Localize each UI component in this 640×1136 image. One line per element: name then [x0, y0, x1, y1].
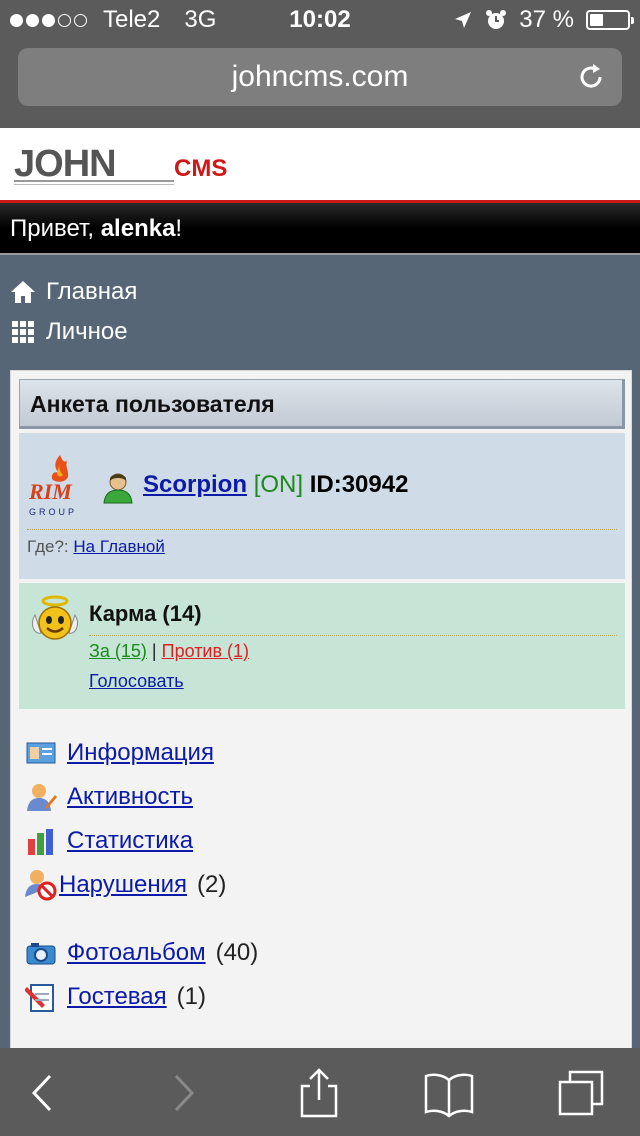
browser-toolbar: [0, 1048, 640, 1136]
nav-home[interactable]: Главная: [10, 272, 137, 312]
logo-main-text: JOHN: [14, 143, 116, 185]
profile-panel: Анкета пользователя RIM GROUP Scorpion […: [10, 370, 632, 1050]
location-icon: [455, 12, 472, 28]
bookmarks-icon[interactable]: [424, 1068, 474, 1118]
violations-count: (2): [197, 871, 227, 898]
greeting-username: alenka: [100, 215, 176, 242]
panel-title: Анкета пользователя: [19, 379, 625, 429]
link-activity[interactable]: Активность: [25, 775, 258, 819]
karma-for-link[interactable]: За (15): [89, 641, 147, 661]
url-text[interactable]: johncms.com: [18, 60, 622, 94]
user-ban-icon: [25, 870, 57, 901]
link-stats-label[interactable]: Статистика: [67, 827, 193, 855]
alarm-icon: [486, 10, 507, 29]
tabs-icon[interactable]: [556, 1068, 606, 1118]
link-guestbook-label[interactable]: Гостевая: [67, 983, 167, 1011]
main-nav: Главная Личное: [10, 272, 137, 352]
battery-icon: [586, 10, 634, 30]
camera-icon: [26, 943, 56, 965]
greeting-bar: Привет, alenka!: [0, 203, 640, 255]
user-box: RIM GROUP Scorpion [ON] ID:30942 Где?: Н…: [19, 433, 625, 579]
rim-text: RIM: [28, 479, 73, 504]
nav-home-label[interactable]: Главная: [46, 278, 137, 306]
group-text: GROUP: [29, 507, 77, 517]
grid-icon: [12, 321, 34, 343]
link-stats[interactable]: Статистика: [25, 819, 258, 863]
karma-against-link[interactable]: Против (1): [162, 641, 249, 661]
battery-percent: 37 %: [519, 6, 574, 33]
karma-title: Карма (14): [89, 601, 202, 626]
karma-votes: За (15) | Против (1): [89, 641, 249, 662]
link-activity-label[interactable]: Активность: [67, 783, 193, 811]
username-link[interactable]: Scorpion: [143, 471, 247, 498]
status-bar: Tele2 3G 10:02 37 %: [0, 0, 640, 40]
forward-icon[interactable]: [158, 1068, 208, 1118]
id-card-icon: [26, 742, 56, 764]
angel-smiley-icon: [32, 595, 78, 640]
user-icon: [103, 473, 133, 504]
address-bar[interactable]: johncms.com: [18, 48, 622, 106]
nav-personal[interactable]: Личное: [10, 312, 137, 352]
reload-icon[interactable]: [576, 62, 606, 92]
nav-personal-label[interactable]: Личное: [46, 318, 128, 346]
karma-separator: |: [151, 641, 157, 661]
logo-sub-text: CMS: [174, 155, 227, 182]
vote-link[interactable]: Голосовать: [89, 671, 184, 692]
karma-box: Карма (14) За (15) | Против (1) Голосова…: [19, 583, 625, 709]
album-count: (40): [215, 939, 259, 966]
user-edit-icon: [27, 784, 57, 811]
notebook-pen-icon: [25, 984, 54, 1012]
guestbook-count: (1): [176, 983, 206, 1010]
link-info[interactable]: Информация: [25, 731, 258, 775]
share-icon[interactable]: [294, 1068, 344, 1118]
divider: [27, 529, 617, 530]
link-album-label[interactable]: Фотоальбом: [67, 939, 206, 967]
greeting-suffix: !: [175, 215, 183, 242]
divider: [89, 635, 617, 636]
user-id: ID:30942: [309, 471, 409, 498]
back-icon[interactable]: [18, 1068, 68, 1118]
online-status: [ON]: [253, 471, 304, 498]
link-guestbook[interactable]: Гостевая (1): [25, 975, 258, 1019]
greeting-prefix: Привет,: [10, 215, 101, 242]
location-line: Где?: На Главной: [27, 537, 165, 557]
link-violations[interactable]: Нарушения (2): [25, 863, 258, 907]
link-violations-label[interactable]: Нарушения: [59, 871, 187, 899]
rim-group-avatar: RIM GROUP: [28, 455, 77, 517]
link-album[interactable]: Фотоальбом (40): [25, 931, 258, 975]
user-line: Scorpion [ON] ID:30942: [143, 471, 408, 499]
where-label: Где?:: [27, 537, 69, 556]
home-icon: [11, 281, 35, 303]
johncms-logo[interactable]: JOHN CMS: [14, 142, 264, 188]
link-info-label[interactable]: Информация: [67, 739, 214, 767]
bar-chart-icon: [28, 829, 53, 855]
profile-links: Информация Активность Статистика Нарушен…: [25, 731, 258, 1019]
site-header: JOHN CMS: [0, 128, 640, 200]
where-link[interactable]: На Главной: [73, 537, 164, 556]
